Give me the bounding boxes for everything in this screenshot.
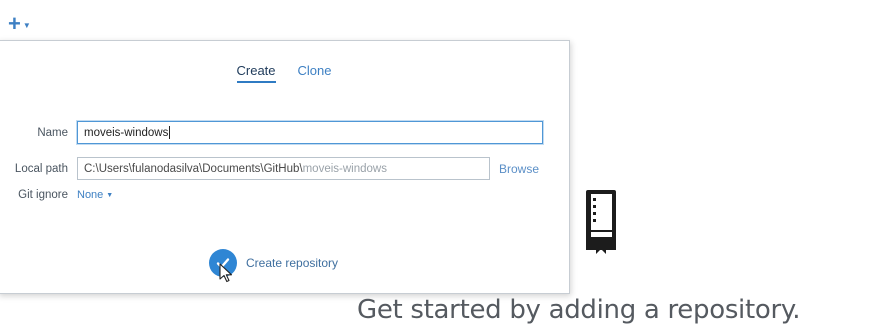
empty-state-message: Get started by adding a repository. bbox=[357, 295, 801, 325]
mouse-pointer-icon bbox=[219, 263, 233, 288]
local-path-suffix: moveis-windows bbox=[302, 162, 387, 175]
local-path-base: C:\Users\fulanodasilva\Documents\GitHub\ bbox=[84, 162, 303, 175]
repository-book-icon bbox=[583, 188, 619, 259]
browse-button[interactable]: Browse bbox=[499, 162, 539, 176]
local-path-label: Local path bbox=[14, 162, 68, 175]
text-cursor bbox=[169, 126, 171, 139]
plus-icon[interactable]: + bbox=[8, 13, 21, 35]
git-ignore-dropdown[interactable]: None ▼ bbox=[77, 189, 113, 201]
tab-bar: Create Clone bbox=[0, 63, 569, 83]
create-repository-label: Create repository bbox=[246, 256, 339, 270]
tab-clone[interactable]: Clone bbox=[298, 63, 332, 83]
local-path-input[interactable]: C:\Users\fulanodasilva\Documents\GitHub\… bbox=[77, 157, 490, 180]
git-ignore-row: Git ignore None ▼ bbox=[0, 189, 113, 201]
chevron-down-icon[interactable]: ▼ bbox=[23, 21, 31, 30]
name-input-value: moveis-windows bbox=[84, 126, 169, 139]
git-ignore-label: Git ignore bbox=[18, 189, 68, 201]
create-repository-popover: Create Clone Name moveis-windows Local p… bbox=[0, 40, 570, 294]
git-ignore-value: None bbox=[77, 189, 104, 201]
chevron-down-icon: ▼ bbox=[106, 191, 114, 199]
local-path-row: Local path C:\Users\fulanodasilva\Docume… bbox=[0, 157, 539, 180]
name-label: Name bbox=[37, 126, 68, 139]
tab-create[interactable]: Create bbox=[236, 63, 276, 83]
name-input[interactable]: moveis-windows bbox=[77, 121, 543, 144]
name-row: Name moveis-windows bbox=[0, 121, 543, 144]
add-repository-menu[interactable]: + ▼ bbox=[8, 13, 31, 35]
